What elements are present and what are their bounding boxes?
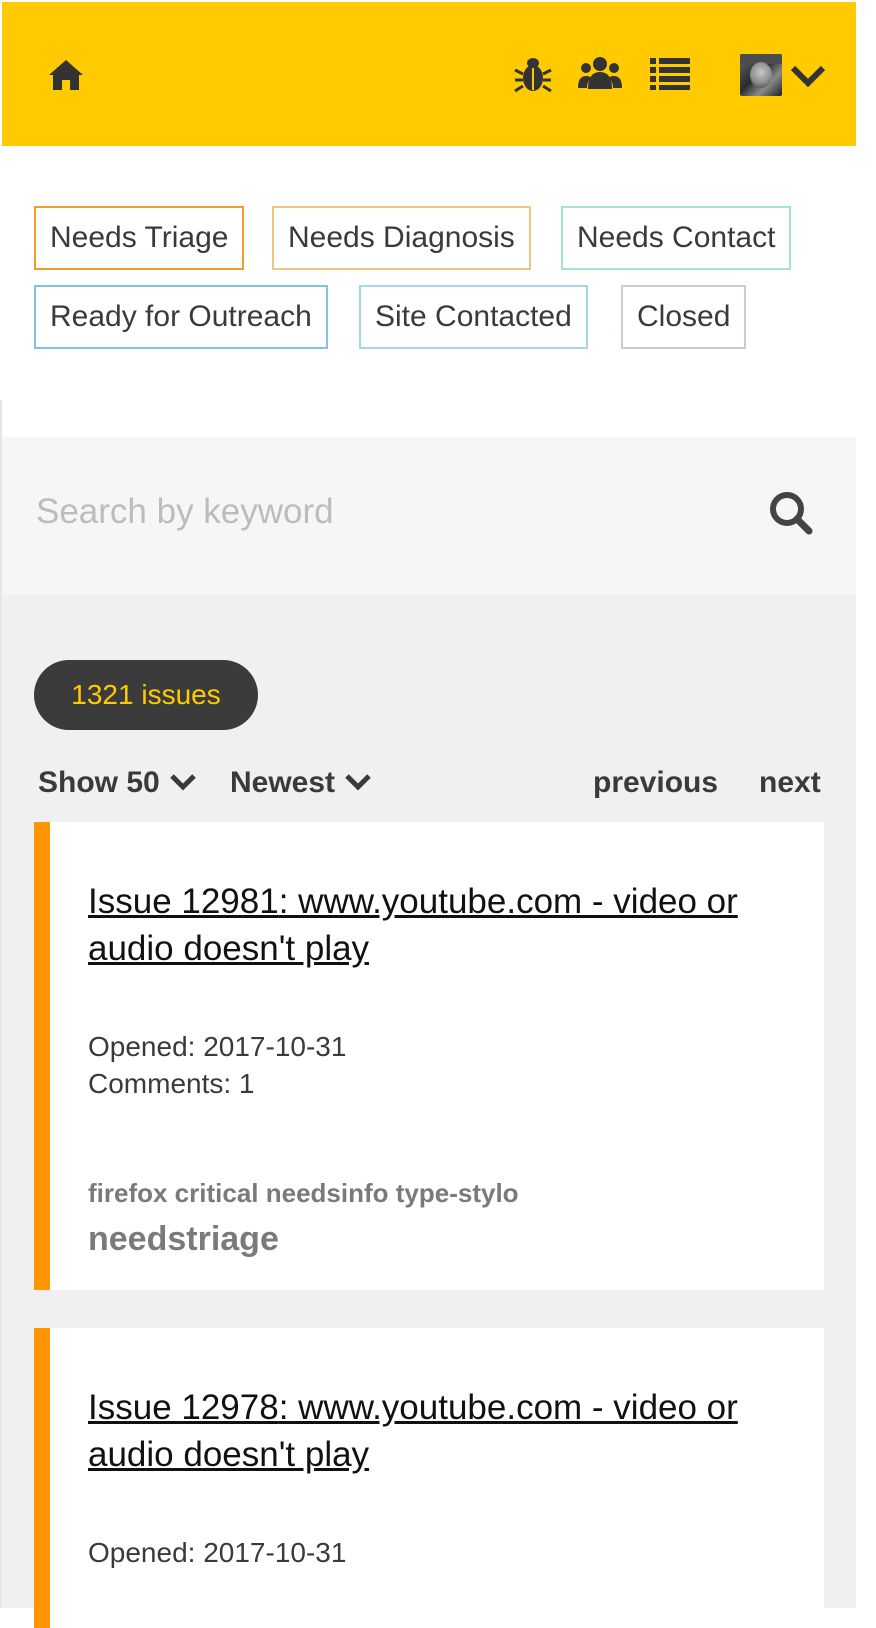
label-filter-group: Needs Triage Needs Diagnosis Needs Conta… (2, 146, 856, 437)
issue-number: Issue 12978 (88, 1388, 279, 1427)
issue-opened-date: Opened: 2017-10-31 (88, 1537, 347, 1568)
sort-label: Newest (230, 766, 336, 799)
previous-page-link[interactable]: previous (593, 763, 718, 803)
issue-opened-date: Opened: 2017-10-31 (88, 1031, 347, 1062)
issue-card: Issue 12978: www.youtube.com - video or … (34, 1328, 824, 1628)
list-icon[interactable] (650, 58, 690, 90)
search-input[interactable] (36, 477, 736, 547)
sort-dropdown[interactable]: Newest (230, 763, 371, 804)
label-needs-diagnosis[interactable]: Needs Diagnosis (272, 206, 531, 270)
home-icon[interactable] (48, 58, 84, 92)
chevron-down-icon (345, 762, 371, 802)
chevron-down-icon (169, 762, 196, 802)
label-needs-contact[interactable]: Needs Contact (561, 206, 792, 270)
issue-title-link[interactable]: Issue 12981: www.youtube.com - video or … (88, 878, 808, 972)
label-site-contacted[interactable]: Site Contacted (359, 285, 588, 349)
team-icon[interactable] (578, 56, 622, 90)
next-page-link[interactable]: next (759, 763, 821, 803)
label-needs-triage[interactable]: Needs Triage (34, 206, 245, 270)
issue-status-tag: needstriage (88, 1220, 279, 1258)
issue-comment-count: Comments: 1 (88, 1068, 255, 1099)
search-bar (2, 437, 856, 595)
top-nav-bar (2, 2, 856, 146)
issue-tags: firefox critical needsinfo type-stylo (88, 1178, 519, 1208)
avatar[interactable] (740, 54, 782, 96)
page-size-label: Show 50 (38, 766, 160, 799)
label-closed[interactable]: Closed (621, 285, 747, 349)
issue-list-section: 1321 issues Show 50 Newest previous next… (2, 595, 856, 1628)
chevron-down-icon[interactable] (790, 64, 826, 88)
issue-title-link[interactable]: Issue 12978: www.youtube.com - video or … (88, 1384, 808, 1478)
bug-icon[interactable] (514, 54, 552, 94)
label-ready-for-outreach[interactable]: Ready for Outreach (34, 285, 328, 349)
issue-card: Issue 12981: www.youtube.com - video or … (34, 822, 824, 1290)
issue-count-badge: 1321 issues (34, 660, 258, 730)
search-icon[interactable] (767, 489, 815, 537)
issue-number: Issue 12981 (88, 882, 279, 921)
page-size-dropdown[interactable]: Show 50 (38, 763, 196, 804)
